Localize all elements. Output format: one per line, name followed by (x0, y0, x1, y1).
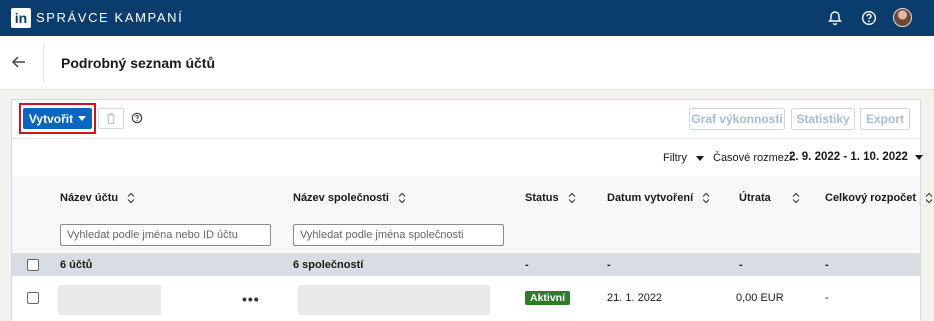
row-checkbox[interactable] (27, 292, 39, 304)
sort-icon (702, 192, 710, 204)
date-range-label: Časové rozmezí: (713, 152, 796, 164)
status-badge: Aktivní (525, 291, 571, 305)
help-icon[interactable] (131, 112, 143, 124)
caret-down-icon (914, 154, 923, 160)
column-header-status[interactable]: Status (525, 192, 576, 204)
created-date-cell: 21. 1. 2022 (607, 292, 663, 304)
linkedin-logo[interactable]: in (11, 8, 31, 28)
caret-down-icon (78, 116, 87, 121)
trash-icon (107, 113, 115, 125)
summary-spend: - (739, 259, 743, 271)
date-range-value: 2. 9. 2022 - 1. 10. 2022 (789, 151, 908, 163)
filters-dropdown[interactable]: Filtry (663, 152, 704, 164)
column-header-spend[interactable]: Útrata (739, 192, 800, 204)
statistics-button[interactable]: Statistiky (791, 108, 855, 130)
more-actions-button[interactable]: ••• (242, 291, 260, 307)
date-range-dropdown[interactable]: 2. 9. 2022 - 1. 10. 2022 (789, 151, 923, 163)
export-button[interactable]: Export (860, 108, 910, 130)
company-search-input[interactable] (293, 224, 504, 246)
summary-created: - (607, 259, 611, 271)
bell-icon[interactable] (826, 9, 844, 27)
avatar[interactable] (893, 8, 912, 27)
toolbar-divider (12, 138, 920, 139)
app-title: SPRÁVCE KAMPANÍ (36, 10, 184, 25)
column-header-created-date[interactable]: Datum vytvoření (607, 192, 710, 204)
company-name-placeholder[interactable] (298, 285, 490, 315)
filters-label: Filtry (663, 152, 687, 164)
summary-status: - (525, 259, 529, 271)
sort-icon (925, 192, 933, 204)
sort-icon (568, 192, 576, 204)
summary-companies: 6 společností (293, 259, 364, 271)
sort-icon (792, 192, 800, 204)
summary-accounts: 6 účtů (60, 259, 93, 271)
sort-icon (398, 192, 406, 204)
caret-down-icon (695, 155, 704, 161)
column-header-company-name[interactable]: Název společnosti (293, 192, 406, 204)
create-button[interactable]: Vytvořit (23, 108, 92, 129)
help-icon[interactable] (860, 9, 878, 27)
create-button-label: Vytvořit (28, 111, 74, 126)
summary-row (12, 253, 920, 276)
column-header-account-name[interactable]: Název účtu (60, 192, 135, 204)
sort-icon (127, 192, 135, 204)
spend-cell: 0,00 EUR (736, 292, 784, 304)
summary-budget: - (825, 259, 829, 271)
header-divider (43, 44, 44, 82)
top-bar: in SPRÁVCE KAMPANÍ (0, 0, 934, 36)
budget-cell: - (825, 292, 829, 304)
arrow-left-icon[interactable] (10, 53, 30, 73)
account-search-input[interactable] (60, 224, 271, 246)
select-all-checkbox[interactable] (27, 259, 39, 271)
delete-button[interactable] (98, 108, 124, 129)
performance-chart-button[interactable]: Graf výkonnosti (689, 108, 785, 130)
page-title: Podrobný seznam účtů (61, 55, 216, 71)
page-header: Podrobný seznam účtů (0, 36, 934, 90)
account-name-placeholder[interactable] (58, 285, 161, 315)
column-header-total-budget[interactable]: Celkový rozpočet (825, 192, 933, 204)
